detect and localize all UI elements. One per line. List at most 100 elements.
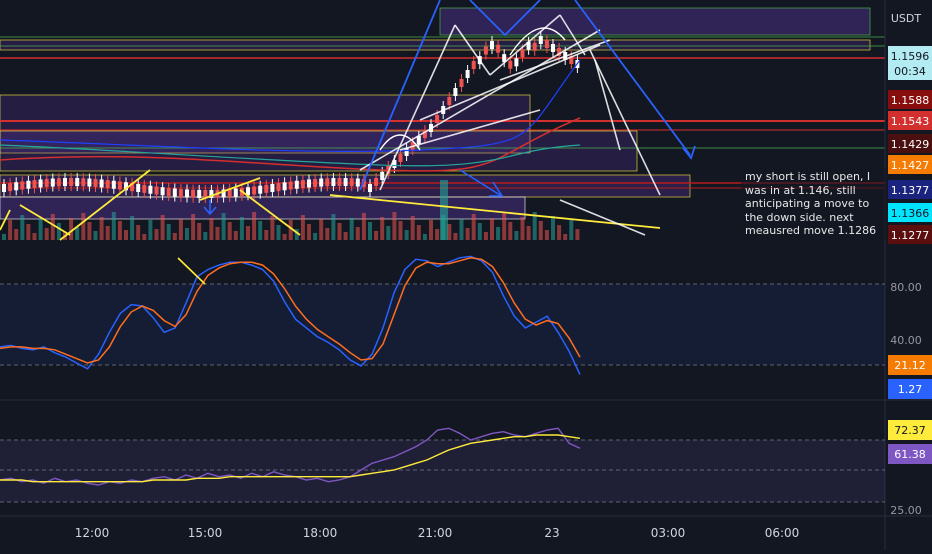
volume-bar	[544, 230, 549, 240]
volume-bar	[392, 212, 397, 240]
candle-body	[117, 181, 122, 190]
volume-bar	[337, 223, 342, 240]
volume-bar	[69, 218, 74, 240]
candle-body	[551, 44, 555, 52]
volume-bar	[349, 218, 354, 240]
candle-body	[508, 60, 513, 69]
volume-bar	[374, 231, 379, 240]
volume-bar	[538, 221, 543, 240]
volume-bar	[307, 224, 311, 240]
candle-body	[447, 97, 452, 105]
candle-body	[81, 178, 86, 187]
candle-body	[63, 178, 67, 187]
volume-bar	[172, 233, 177, 240]
volume-bar	[526, 226, 531, 240]
volume-bar	[422, 234, 427, 240]
volume-bar	[514, 231, 519, 240]
candle-body	[435, 115, 440, 123]
candle-body	[294, 180, 299, 189]
candle-body	[105, 180, 110, 189]
volume-bar	[56, 223, 61, 240]
volume-bar	[209, 218, 214, 240]
candle-body	[2, 184, 6, 192]
volume-bar	[124, 230, 128, 240]
volume-bar	[551, 216, 555, 240]
candle-body	[50, 178, 55, 187]
price-label: 1.1277	[891, 229, 930, 242]
candle-body	[32, 180, 37, 189]
volume-bar	[508, 222, 513, 240]
volume-bar	[154, 229, 159, 240]
candle-body	[496, 44, 501, 53]
candle-body	[490, 41, 494, 50]
volume-bar	[563, 234, 568, 240]
volume-bar	[380, 217, 385, 240]
stoch-drawn-line	[177, 257, 206, 285]
stoch-band	[0, 284, 885, 365]
volume-bar	[87, 222, 92, 240]
candle-body	[319, 178, 324, 187]
candle-body	[142, 184, 147, 193]
candle-body	[471, 61, 476, 69]
indicator-label: 61.38	[894, 448, 926, 461]
volume-bar	[477, 223, 482, 240]
indicator-label: 72.37	[894, 424, 926, 437]
candle-body	[258, 185, 263, 194]
volume-bar	[416, 225, 421, 240]
volume-bar	[130, 216, 135, 240]
candle-body	[343, 178, 348, 187]
volume-bar	[99, 217, 104, 240]
volume-bar	[361, 213, 366, 240]
volume-bar	[38, 219, 43, 240]
candle-body	[538, 36, 543, 44]
candle-body	[368, 184, 372, 192]
price-label: 1.1377	[891, 184, 930, 197]
volume-bar	[197, 223, 202, 240]
volume-bar	[343, 232, 348, 240]
volume-bar	[111, 212, 116, 240]
volume-bar	[185, 228, 189, 240]
time-tick: 21:00	[418, 526, 453, 540]
volume-bar	[81, 213, 86, 240]
volume-bar	[520, 217, 525, 240]
time-tick: 03:00	[651, 526, 686, 540]
candle-body	[148, 185, 153, 194]
volume-bar	[2, 234, 6, 240]
price-label: 1.1588	[891, 94, 930, 107]
candle-body	[111, 180, 116, 189]
volume-bar	[215, 227, 220, 240]
volume-bar	[471, 214, 476, 240]
volume-bar	[227, 222, 232, 240]
trading-chart[interactable]: USDT 80.00 40.00 25.00 1.1596 00:34 1.1588…	[0, 0, 932, 550]
candle-body	[191, 189, 196, 198]
candle-body	[20, 181, 25, 190]
candle-body	[154, 186, 159, 195]
volume-bar	[325, 228, 330, 240]
volume-bar	[191, 214, 196, 240]
candle-body	[38, 179, 43, 188]
annotation-note[interactable]: my short is still open, I was in at 1.14…	[741, 168, 887, 240]
price-labels: 1.1596 00:34 1.1588 1.1543 1.1429 1.1427 1.137…	[888, 46, 932, 464]
rsi-pane[interactable]	[0, 427, 932, 517]
volume-bar	[483, 232, 488, 240]
chart-canvas[interactable]: USDT 80.00 40.00 25.00 1.1596 00:34 1.1588…	[0, 0, 932, 550]
stochastic-pane[interactable]	[0, 255, 932, 401]
time-tick: 23	[544, 526, 559, 540]
candle-body	[166, 187, 171, 196]
candle-body	[160, 187, 165, 196]
candle-body	[282, 182, 287, 191]
rsi-level-25: 25.00	[890, 504, 922, 517]
candle-body	[8, 183, 13, 192]
volume-bar	[386, 226, 391, 240]
volume-bar	[148, 220, 153, 240]
price-label: 1.1366	[891, 207, 930, 220]
candle-body	[56, 178, 61, 187]
candle-body	[544, 40, 549, 48]
volume-bar	[435, 229, 440, 240]
candle-body	[44, 178, 49, 187]
volume-bar	[319, 219, 324, 240]
volume-bar	[459, 219, 464, 240]
volume-bar	[331, 214, 336, 240]
candle-body	[465, 70, 470, 78]
volume-bar	[404, 230, 409, 240]
